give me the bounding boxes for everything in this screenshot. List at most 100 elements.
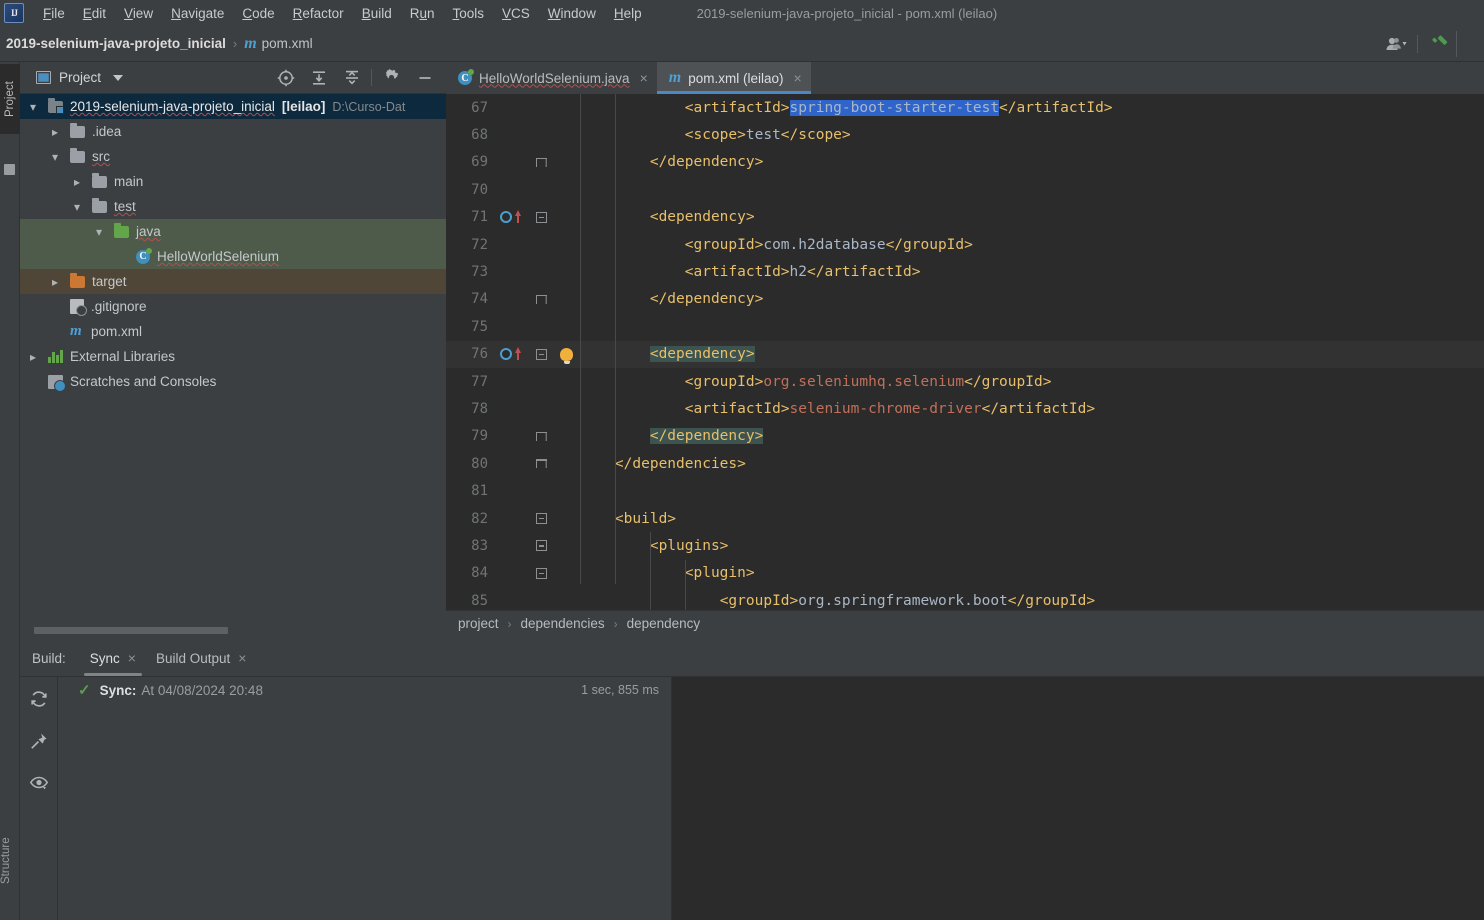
tree-item-pom-xml[interactable]: m pom.xml xyxy=(20,319,446,344)
tree-item-target[interactable]: ▸ target xyxy=(20,269,446,294)
stripe-button-project[interactable]: Project xyxy=(0,64,20,134)
build-result-row[interactable]: ✓ Sync: At 04/08/2024 20:48 1 sec, 855 ms xyxy=(58,677,671,703)
eye-toggle-icon[interactable] xyxy=(25,769,53,797)
editor-gutter[interactable] xyxy=(492,286,580,313)
chevron-right-icon[interactable]: ▸ xyxy=(26,350,40,364)
editor-tab-pom[interactable]: m pom.xml (leilao) × xyxy=(656,62,811,94)
menu-view[interactable]: View xyxy=(115,3,162,24)
editor-tab-helloworldselenium[interactable]: C HelloWorldSelenium.java × xyxy=(446,62,657,94)
menu-refactor[interactable]: Refactor xyxy=(284,3,353,24)
editor-gutter[interactable] xyxy=(492,258,580,285)
code-fold-end-icon[interactable] xyxy=(536,459,547,469)
code-fold-end-icon[interactable] xyxy=(536,157,547,167)
close-icon[interactable]: × xyxy=(128,650,136,666)
menu-code[interactable]: Code xyxy=(233,3,283,24)
expand-all-icon[interactable] xyxy=(302,63,335,93)
collapse-all-icon[interactable] xyxy=(335,63,368,93)
editor-gutter[interactable] xyxy=(492,368,580,395)
chevron-down-icon[interactable] xyxy=(113,74,124,81)
editor-gutter[interactable] xyxy=(492,532,580,559)
chevron-right-icon[interactable]: ▸ xyxy=(48,125,62,139)
close-icon[interactable]: × xyxy=(238,650,246,666)
code-token: <dependency> xyxy=(649,346,755,363)
chevron-right-icon[interactable]: ▸ xyxy=(48,275,62,289)
code-fold-collapse-icon[interactable] xyxy=(536,540,547,552)
chevron-down-icon[interactable]: ▾ xyxy=(48,150,62,164)
menu-navigate[interactable]: Navigate xyxy=(162,3,233,24)
menu-edit[interactable]: Edit xyxy=(74,3,115,24)
breadcrumb-item-project[interactable]: project xyxy=(458,616,499,631)
rerun-refresh-icon[interactable] xyxy=(25,685,53,713)
chevron-down-icon[interactable]: ▾ xyxy=(92,225,106,239)
hide-minus-icon[interactable] xyxy=(408,63,441,93)
menu-file[interactable]: File xyxy=(34,3,74,24)
editor-gutter[interactable] xyxy=(492,450,580,477)
editor-gutter[interactable] xyxy=(492,395,580,422)
editor-gutter[interactable] xyxy=(492,204,580,231)
tree-item-helloworldselenium[interactable]: C HelloWorldSelenium xyxy=(20,244,446,269)
editor-gutter[interactable] xyxy=(492,423,580,450)
editor-gutter[interactable] xyxy=(492,477,580,504)
scrollbar-thumb[interactable] xyxy=(34,627,228,634)
project-tree: ▾ 2019-selenium-java-projeto_inicial [leil… xyxy=(20,94,446,618)
code-fold-collapse-icon[interactable] xyxy=(536,348,547,360)
code-fold-collapse-icon[interactable] xyxy=(536,513,547,525)
locate-target-icon[interactable] xyxy=(269,63,302,93)
editor-gutter[interactable] xyxy=(492,505,580,532)
menu-vcs[interactable]: VCS xyxy=(493,3,539,24)
chevron-down-icon[interactable]: ▾ xyxy=(26,100,40,114)
code-token: </artifactId> xyxy=(807,264,921,281)
editor-tab-label: pom.xml (leilao) xyxy=(688,70,784,86)
editor-gutter[interactable] xyxy=(492,149,580,176)
editor-gutter[interactable] xyxy=(492,341,580,368)
maven-dependency-gutter-icon[interactable] xyxy=(500,348,512,361)
code-fold-end-icon[interactable] xyxy=(536,431,547,441)
code-fold-end-icon[interactable] xyxy=(536,294,547,304)
chevron-right-icon[interactable]: ▸ xyxy=(70,175,84,189)
stripe-button-bookmarks[interactable]: Bookmarks xyxy=(0,910,20,920)
menu-build[interactable]: Build xyxy=(353,3,401,24)
editor-gutter[interactable] xyxy=(492,121,580,148)
menu-tools[interactable]: Tools xyxy=(444,3,494,24)
tree-item-external-libraries[interactable]: ▸ External Libraries xyxy=(20,344,446,369)
breadcrumb-item-dependencies[interactable]: dependencies xyxy=(521,616,605,631)
user-account-icon[interactable] xyxy=(1379,31,1413,57)
tree-item-java[interactable]: ▾ java xyxy=(20,219,446,244)
navbar-file-name[interactable]: pom.xml xyxy=(262,36,313,51)
tree-item-gitignore[interactable]: .gitignore xyxy=(20,294,446,319)
menu-help[interactable]: Help xyxy=(605,3,651,24)
navbar-project-name[interactable]: 2019-selenium-java-projeto_inicial xyxy=(0,36,226,51)
editor-gutter[interactable] xyxy=(492,176,580,203)
menu-run[interactable]: Run xyxy=(401,3,444,24)
intention-lightbulb-icon[interactable] xyxy=(560,347,573,364)
code-token: <plugin> xyxy=(684,565,755,582)
tree-item-2019-selenium-java-projeto-inicial[interactable]: ▾ 2019-selenium-java-projeto_inicial [leil… xyxy=(20,94,446,119)
tree-item-src[interactable]: ▾ src xyxy=(20,144,446,169)
stripe-button-structure[interactable]: Structure xyxy=(0,822,20,900)
tree-item-scratches-and-consoles[interactable]: Scratches and Consoles xyxy=(20,369,446,394)
tree-item-idea[interactable]: ▸ .idea xyxy=(20,119,446,144)
build-tab-build-output[interactable]: Build Output × xyxy=(146,640,256,676)
pin-icon[interactable] xyxy=(25,727,53,755)
editor-gutter[interactable] xyxy=(492,313,580,340)
menu-window[interactable]: Window xyxy=(539,3,605,24)
code-fold-collapse-icon[interactable] xyxy=(536,567,547,579)
code-fold-collapse-icon[interactable] xyxy=(536,211,547,223)
chevron-down-icon[interactable]: ▾ xyxy=(70,200,84,214)
build-tab-sync[interactable]: Sync × xyxy=(80,640,146,676)
settings-gear-icon[interactable] xyxy=(375,63,408,93)
code-editor[interactable]: 67 <artifactId>spring-boot-starter-test<… xyxy=(446,94,1484,610)
project-tree-hscrollbar[interactable] xyxy=(20,624,446,636)
editor-gutter[interactable] xyxy=(492,560,580,587)
tree-item-test[interactable]: ▾ test xyxy=(20,194,446,219)
breadcrumb-item-dependency[interactable]: dependency xyxy=(627,616,701,631)
editor-gutter[interactable] xyxy=(492,94,580,121)
editor-gutter[interactable] xyxy=(492,231,580,258)
editor-gutter[interactable] xyxy=(492,587,580,610)
maven-dependency-gutter-icon[interactable] xyxy=(500,211,512,224)
close-icon[interactable]: × xyxy=(794,70,802,86)
tree-item-main[interactable]: ▸ main xyxy=(20,169,446,194)
close-icon[interactable]: × xyxy=(640,70,648,86)
build-hammer-icon[interactable] xyxy=(1422,31,1456,57)
